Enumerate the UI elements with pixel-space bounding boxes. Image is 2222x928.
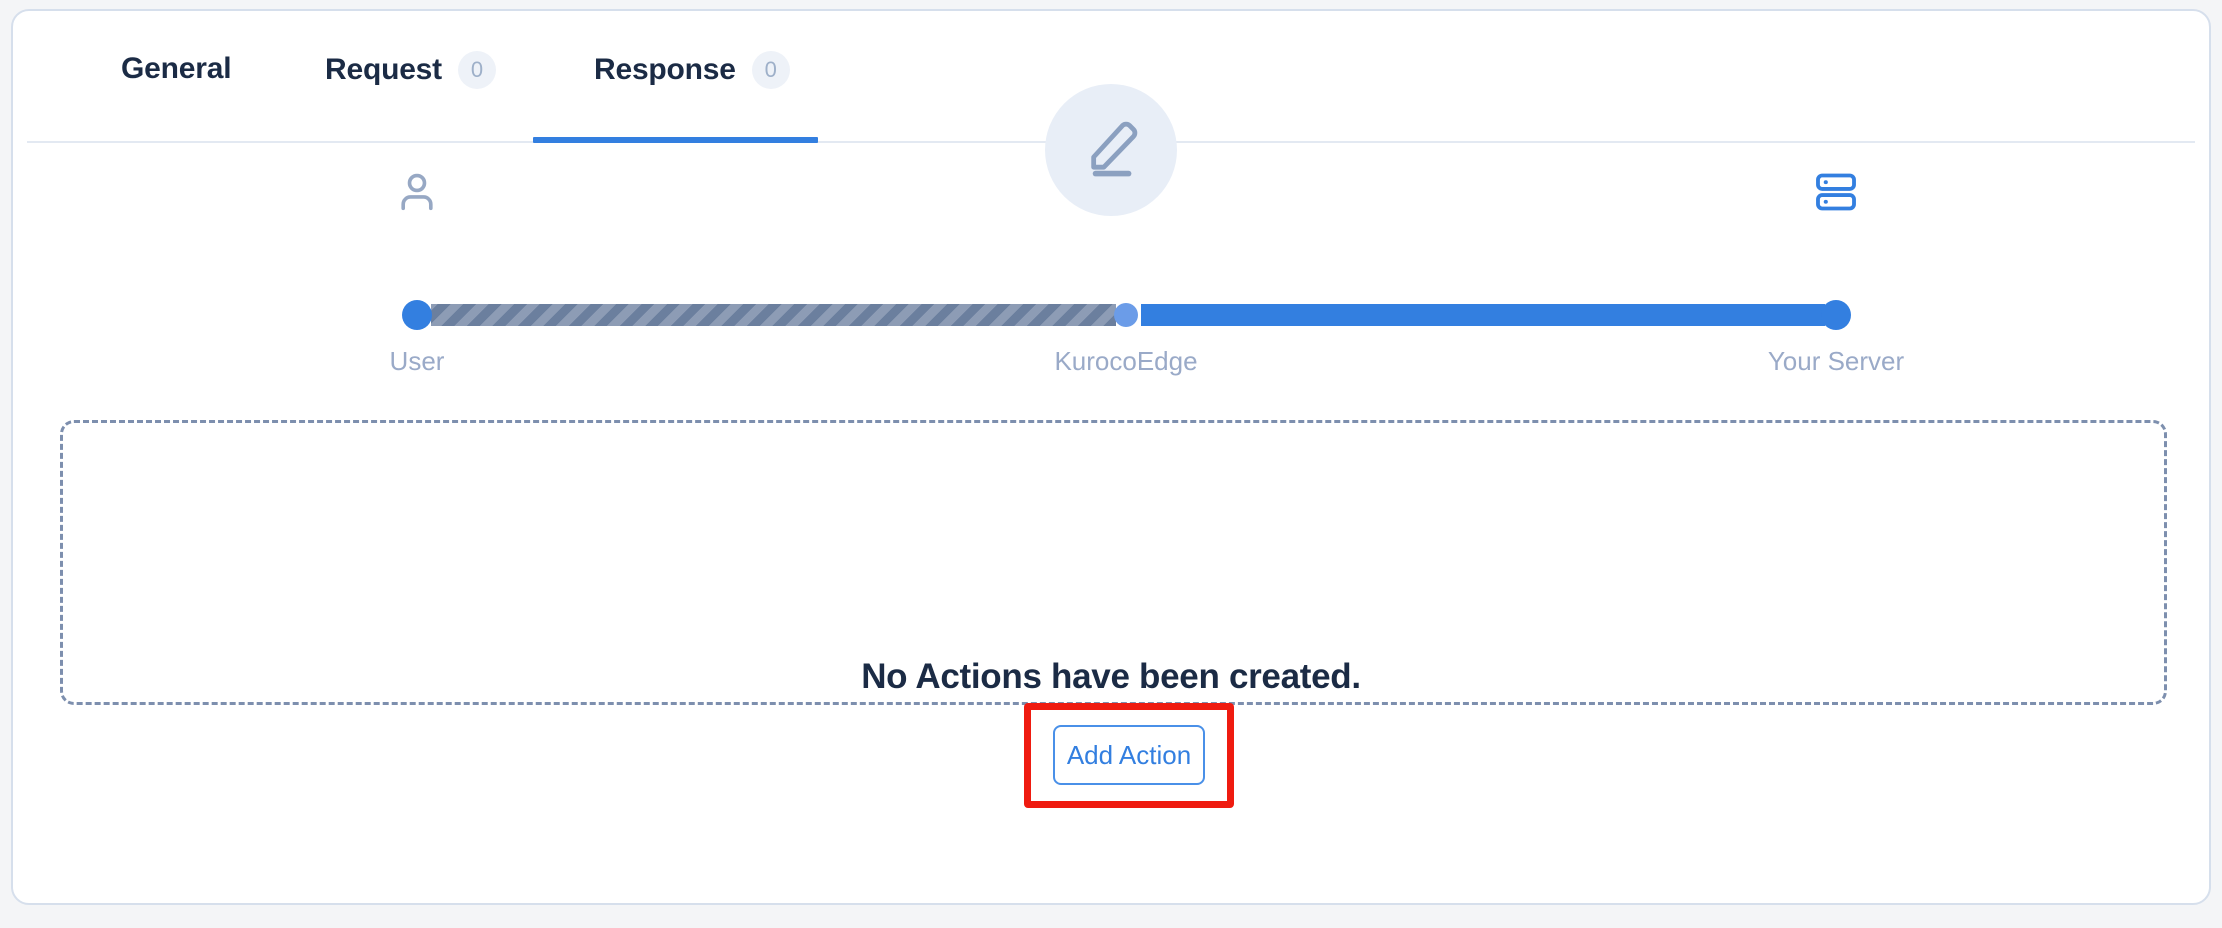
empty-state-title: No Actions have been created. — [861, 657, 1361, 696]
flow-label-kurocoedge: KurocoEdge — [1054, 346, 1198, 376]
add-action-button[interactable]: Add Action — [1053, 725, 1205, 785]
flow-label-your-server: Your Server — [1767, 346, 1905, 376]
pencil-edit-icon-circle — [1045, 84, 1177, 216]
user-icon — [394, 169, 440, 220]
flow-node-dot-user — [402, 300, 432, 330]
flow-label-user: User — [389, 346, 445, 376]
server-icon — [1813, 169, 1859, 220]
response-settings-card: General Request 0 Response 0 User Kuroco… — [11, 9, 2211, 905]
pencil-edit-icon — [1079, 116, 1143, 185]
empty-state-content — [13, 11, 2209, 216]
flow-segment-edge-to-server — [1141, 304, 1825, 326]
flow-segment-user-to-edge — [431, 304, 1116, 326]
flow-node-dot-your-server — [1821, 300, 1851, 330]
flow-node-dot-kurocoedge — [1114, 303, 1138, 327]
